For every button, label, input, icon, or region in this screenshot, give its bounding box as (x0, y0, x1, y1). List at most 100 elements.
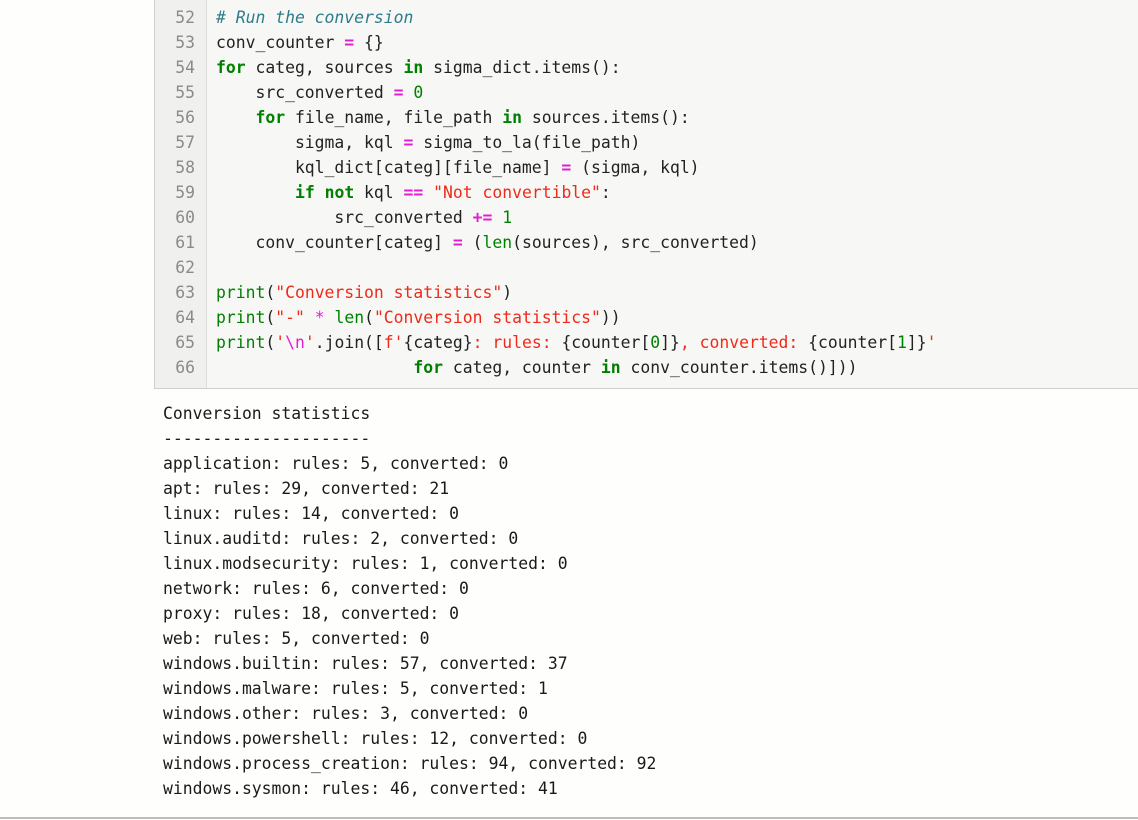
code-token: "Not convertible" (433, 183, 601, 202)
code-token: kql (354, 183, 404, 202)
cell-output: Conversion statistics ------------------… (163, 401, 656, 801)
code-text: print("Conversion statistics") (216, 280, 512, 305)
code-lines[interactable]: 52 # Run the conversion 53 conv_counter = {… (155, 5, 1138, 380)
code-token: categ, sources (245, 58, 404, 77)
code-token: = (344, 33, 355, 52)
code-token: \n (285, 333, 305, 352)
code-line[interactable]: 62 (155, 255, 1138, 280)
code-line[interactable]: 57 sigma, kql = sigma_to_la(file_path) (155, 130, 1138, 155)
code-line[interactable]: 59 if not kql == "Not convertible": (155, 180, 1138, 205)
code-token: in (403, 58, 424, 77)
output-row: windows.process_creation: rules: 94, con… (163, 754, 657, 773)
code-line[interactable]: 60 src_converted += 1 (155, 205, 1138, 230)
line-number: 53 (175, 33, 195, 52)
code-token: {counter[ (561, 333, 651, 352)
code-line[interactable]: 61 conv_counter[categ] = (len(sources), … (155, 230, 1138, 255)
code-token: )) (600, 308, 621, 327)
code-text: for categ, counter in conv_counter.items… (216, 355, 857, 380)
code-token: = (561, 158, 572, 177)
code-token: ]} (906, 333, 927, 352)
line-number: 64 (175, 308, 195, 327)
code-token: += (472, 208, 493, 227)
code-token: print (216, 308, 266, 327)
line-number: 66 (175, 358, 195, 377)
line-number: 59 (175, 183, 195, 202)
code-token: sigma_to_la(file_path) (413, 133, 641, 152)
line-number: 63 (175, 283, 195, 302)
code-line[interactable]: 64 print("-" * len("Conversion statistics… (155, 305, 1138, 330)
output-row: web: rules: 5, converted: 0 (163, 629, 430, 648)
code-token: len (334, 308, 365, 327)
code-token: = (393, 83, 404, 102)
code-token: src_converted (216, 83, 394, 102)
code-token: f' (383, 333, 404, 352)
output-row: apt: rules: 29, converted: 21 (163, 479, 450, 498)
output-row: proxy: rules: 18, converted: 0 (163, 604, 460, 623)
output-row: windows.other: rules: 3, converted: 0 (163, 704, 529, 723)
code-token: 0 (650, 333, 661, 352)
code-token: ( (265, 333, 276, 352)
cell-divider (0, 817, 1138, 819)
line-number: 52 (175, 8, 195, 27)
code-token: sigma_dict.items(): (423, 58, 621, 77)
code-token: for (216, 58, 246, 77)
code-token: for (255, 108, 286, 127)
code-token: src_converted (216, 208, 473, 227)
code-text: kql_dict[categ][file_name] = (sigma, kql… (216, 155, 700, 180)
line-number: 58 (175, 158, 195, 177)
code-text: src_converted += 1 (216, 205, 512, 230)
line-number: 65 (175, 333, 195, 352)
code-token: conv_counter (216, 33, 345, 52)
line-number: 56 (175, 108, 195, 127)
code-cell-editor[interactable]: 52 # Run the conversion 53 conv_counter = {… (154, 0, 1138, 389)
code-token: 1 (502, 208, 513, 227)
code-line[interactable]: 66 for categ, counter in conv_counter.it… (155, 355, 1138, 380)
code-token: print (216, 333, 266, 352)
code-text: if not kql == "Not convertible": (216, 180, 611, 205)
code-token: ) (502, 283, 513, 302)
code-token: ( (265, 283, 276, 302)
code-token: ' (304, 333, 315, 352)
code-token: .join([ (314, 333, 384, 352)
code-line[interactable]: 65 print('\n'.join([f'{categ}: rules: {co… (155, 330, 1138, 355)
code-token: for (413, 358, 443, 377)
code-line[interactable]: 54 for categ, sources in sigma_dict.items… (155, 55, 1138, 80)
output-row: windows.builtin: rules: 57, converted: 3… (163, 654, 568, 673)
code-line[interactable]: 55 src_converted = 0 (155, 80, 1138, 105)
code-line[interactable]: 56 for file_name, file_path in sources.i… (155, 105, 1138, 130)
code-token: {} (354, 33, 384, 52)
code-token: = (403, 133, 414, 152)
code-token: = (452, 233, 463, 252)
code-token: "-" (275, 308, 305, 327)
code-token: sigma, kql (216, 133, 404, 152)
code-line[interactable]: 53 conv_counter = {} (155, 30, 1138, 55)
code-text: sigma, kql = sigma_to_la(file_path) (216, 130, 640, 155)
code-line[interactable]: 58 kql_dict[categ][file_name] = (sigma, … (155, 155, 1138, 180)
code-token: sources.items(): (521, 108, 690, 127)
code-token: : (600, 183, 611, 202)
code-token: 0 (413, 83, 424, 102)
code-token: (sources), src_converted) (512, 233, 759, 252)
code-token: : rules: (472, 333, 562, 352)
code-line[interactable]: 63 print("Conversion statistics") (155, 280, 1138, 305)
code-token: {counter[ (808, 333, 897, 352)
code-line[interactable]: 52 # Run the conversion (155, 5, 1138, 30)
output-row: linux.modsecurity: rules: 1, converted: … (163, 554, 568, 573)
code-text: print("-" * len("Conversion statistics")… (216, 305, 621, 330)
code-token: file_name, file_path (285, 108, 503, 127)
code-token: ( (364, 308, 374, 327)
line-number: 60 (175, 208, 195, 227)
code-token: ]} (660, 333, 680, 352)
code-token: "Conversion statistics" (373, 308, 601, 327)
code-token: ' (926, 333, 937, 352)
code-token: {categ} (403, 333, 473, 352)
line-number: 54 (175, 58, 195, 77)
code-text: conv_counter = {} (216, 30, 384, 55)
output-row: linux.auditd: rules: 2, converted: 0 (163, 529, 519, 548)
